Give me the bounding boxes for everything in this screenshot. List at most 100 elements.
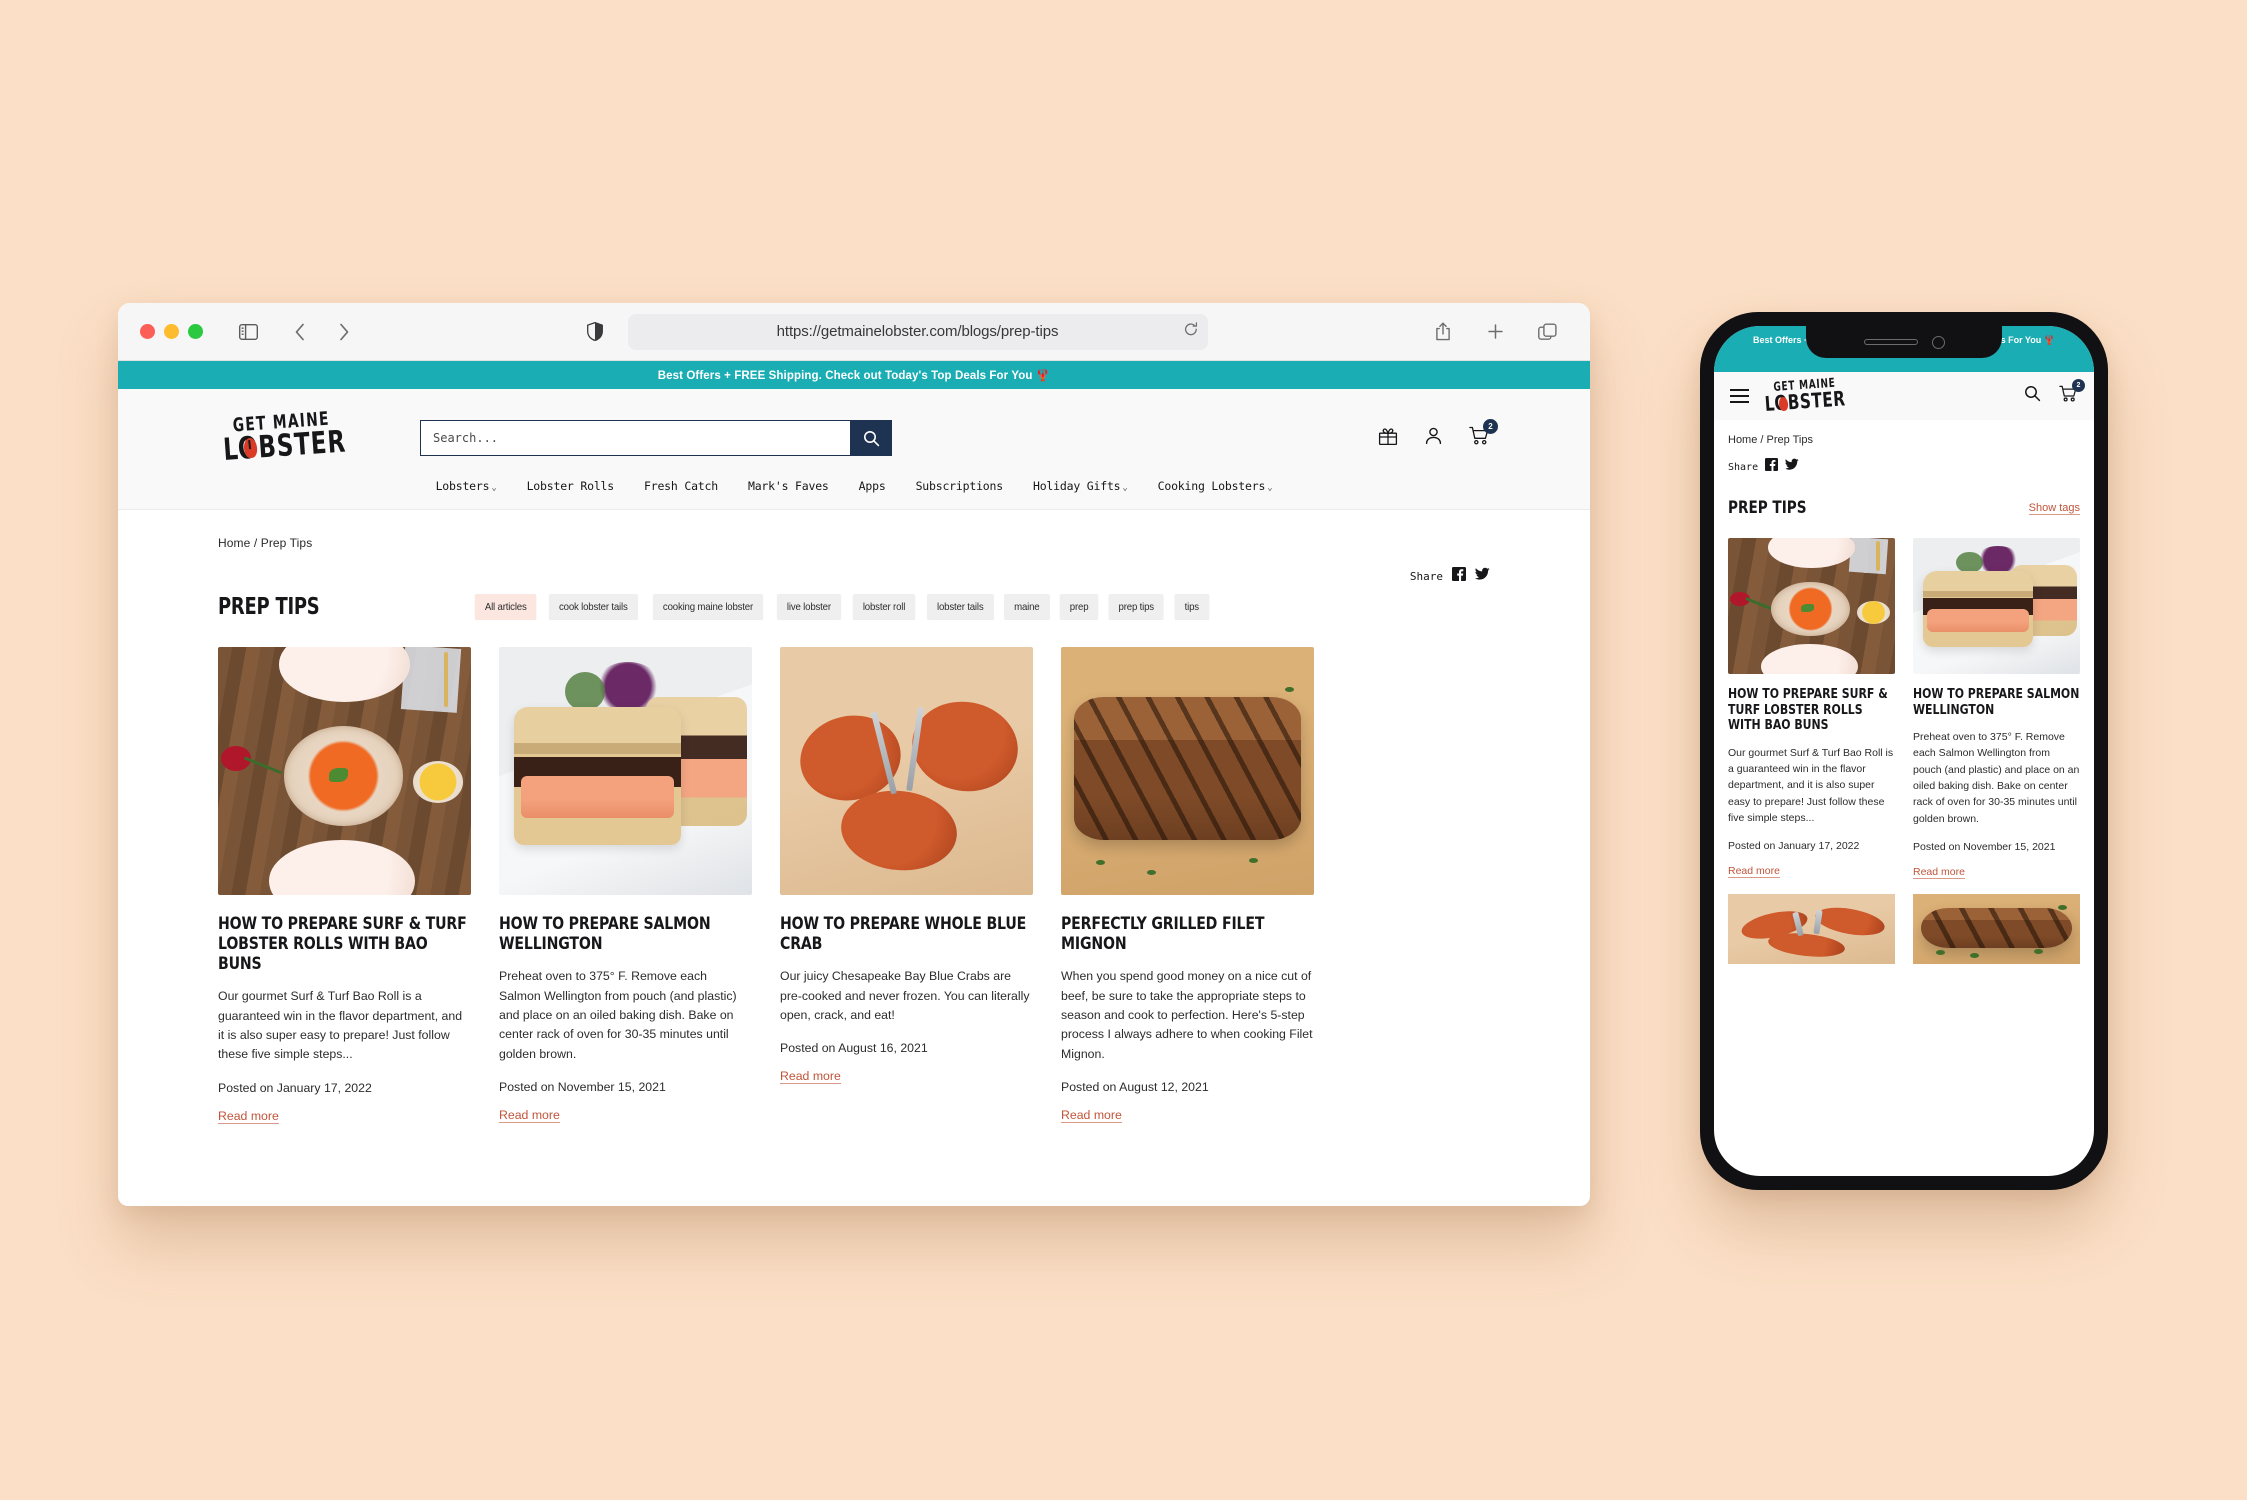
- article-card[interactable]: PERFECTLY GRILLED FILET MIGNON When you …: [1061, 647, 1314, 1125]
- tag-tips[interactable]: tips: [1174, 594, 1209, 620]
- page-title: PREP TIPS: [218, 594, 320, 620]
- article-title[interactable]: HOW TO PREPARE SALMON WELLINGTON: [499, 914, 751, 954]
- mobile-article-date: Posted on January 17, 2022: [1728, 840, 1860, 853]
- logo-line-2: LOBSTER: [222, 423, 348, 468]
- mobile-site-logo[interactable]: GET MAINE LOBSTER: [1761, 377, 1847, 417]
- article-card[interactable]: HOW TO PREPARE WHOLE BLUE CRAB Our juicy…: [780, 647, 1033, 1125]
- mobile-article-thumbnail[interactable]: [1728, 538, 1895, 674]
- minimize-window-button[interactable]: [164, 324, 179, 339]
- mobile-search-icon[interactable]: [2024, 385, 2041, 407]
- window-controls[interactable]: [140, 324, 203, 339]
- nav-item-apps[interactable]: Apps: [859, 479, 886, 493]
- tag-all-articles[interactable]: All articles: [474, 594, 537, 620]
- maximize-window-button[interactable]: [188, 324, 203, 339]
- gift-icon[interactable]: [1378, 426, 1398, 451]
- mobile-article-title[interactable]: HOW TO PREPARE SALMON WELLINGTON: [1913, 687, 2080, 718]
- article-thumbnail[interactable]: [218, 647, 471, 895]
- read-more-link[interactable]: Read more: [218, 1109, 279, 1124]
- close-window-button[interactable]: [140, 324, 155, 339]
- forward-arrow-icon[interactable]: [329, 317, 359, 347]
- tag-live-lobster[interactable]: live lobster: [776, 594, 842, 620]
- header-utility-icons: 2: [1378, 419, 1498, 451]
- nav-item-holiday-gifts[interactable]: Holiday Gifts ⌄: [1033, 479, 1128, 493]
- search-submit-button[interactable]: [850, 420, 892, 456]
- read-more-link[interactable]: Read more: [499, 1108, 560, 1124]
- new-tab-icon[interactable]: [1480, 317, 1510, 347]
- share-row: Share: [218, 566, 1490, 586]
- mobile-article-thumbnail[interactable]: [1913, 893, 2080, 964]
- earpiece-speaker: [1863, 339, 1918, 345]
- phone-notch: [1806, 326, 2002, 358]
- article-thumbnail[interactable]: [780, 647, 1033, 895]
- facebook-icon[interactable]: [1452, 566, 1466, 586]
- mobile-article-date: Posted on November 15, 2021: [1913, 840, 2056, 853]
- read-more-link[interactable]: Read more: [1061, 1108, 1122, 1124]
- article-card[interactable]: HOW TO PREPARE SALMON WELLINGTON Preheat…: [499, 647, 752, 1125]
- article-title[interactable]: HOW TO PREPARE WHOLE BLUE CRAB: [780, 914, 1032, 954]
- mobile-article-grid-next-row: [1728, 893, 2080, 964]
- facebook-icon[interactable]: [1765, 458, 1779, 476]
- nav-item-subscriptions[interactable]: Subscriptions: [916, 479, 1004, 493]
- tag-prep[interactable]: prep: [1059, 594, 1099, 620]
- breadcrumb[interactable]: Home / Prep Tips: [218, 536, 1490, 550]
- article-excerpt: Our gourmet Surf & Turf Bao Roll is a gu…: [218, 989, 463, 1062]
- nav-item-fresh-catch[interactable]: Fresh Catch: [644, 479, 718, 493]
- tag-prep-tips[interactable]: prep tips: [1108, 594, 1165, 620]
- desktop-browser-window: https://getmainelobster.com/blogs/prep-t…: [118, 303, 1590, 1206]
- search-input[interactable]: [420, 420, 850, 456]
- tag-filter-list: All articles cook lobster tails cooking …: [472, 594, 1210, 620]
- blog-page: Home / Prep Tips Share PREP TIPS All art…: [118, 510, 1590, 1125]
- sidebar-toggle-icon[interactable]: [233, 317, 263, 347]
- read-more-link[interactable]: Read more: [780, 1069, 841, 1085]
- chevron-down-icon: ⌄: [491, 483, 497, 493]
- privacy-shield-icon[interactable]: [580, 317, 610, 347]
- mobile-article-card[interactable]: HOW TO PREPARE SURF & TURF LOBSTER ROLLS…: [1728, 538, 1895, 880]
- cart-icon[interactable]: 2: [1469, 419, 1498, 450]
- show-tags-link[interactable]: Show tags: [2028, 502, 2080, 515]
- site-header: GET MAINE LOBSTER Search... 2: [118, 389, 1590, 467]
- article-card[interactable]: HOW TO PREPARE SURF & TURF LOBSTER ROLLS…: [218, 647, 471, 1125]
- mobile-article-excerpt: Preheat oven to 375° F. Remove each Salm…: [1913, 731, 2080, 825]
- mobile-read-more-link[interactable]: Read more: [1728, 865, 1780, 878]
- hamburger-menu-icon[interactable]: [1730, 389, 1749, 403]
- tag-lobster-roll[interactable]: lobster roll: [852, 594, 916, 620]
- back-arrow-icon[interactable]: [285, 317, 315, 347]
- mobile-page-body: Home / Prep Tips Share PREP TIPS Show ta…: [1714, 420, 2094, 964]
- twitter-icon[interactable]: [1475, 567, 1490, 586]
- twitter-icon[interactable]: [1785, 458, 1799, 476]
- mobile-article-thumbnail[interactable]: [1913, 538, 2080, 674]
- tag-lobster-tails[interactable]: lobster tails: [926, 594, 994, 620]
- mobile-logo-line-2: LOBSTER: [1764, 387, 1847, 417]
- mobile-breadcrumb[interactable]: Home / Prep Tips: [1728, 434, 2080, 446]
- mobile-cart-icon[interactable]: 2: [2059, 379, 2085, 407]
- mobile-article-thumbnail[interactable]: [1728, 893, 1895, 964]
- mobile-article-title[interactable]: HOW TO PREPARE SURF & TURF LOBSTER ROLLS…: [1728, 687, 1895, 734]
- nav-item-lobsters[interactable]: Lobsters ⌄: [436, 479, 497, 493]
- article-thumbnail[interactable]: [1061, 647, 1314, 895]
- mobile-read-more-link[interactable]: Read more: [1913, 866, 1965, 879]
- address-bar[interactable]: https://getmainelobster.com/blogs/prep-t…: [627, 313, 1208, 350]
- tab-overview-icon[interactable]: [1532, 317, 1562, 347]
- mobile-article-card[interactable]: HOW TO PREPARE SALMON WELLINGTON Preheat…: [1913, 538, 2080, 880]
- tag-cooking-maine-lobster[interactable]: cooking maine lobster: [652, 594, 764, 620]
- search-form[interactable]: [420, 420, 892, 456]
- article-title[interactable]: PERFECTLY GRILLED FILET MIGNON: [1061, 914, 1313, 954]
- chevron-down-icon: ⌄: [1122, 483, 1128, 493]
- nav-item-lobster-rolls[interactable]: Lobster Rolls: [527, 479, 615, 493]
- article-excerpt: When you spend good money on a nice cut …: [1061, 969, 1313, 1061]
- announcement-bar[interactable]: Best Offers + FREE Shipping. Check out T…: [118, 361, 1590, 389]
- cart-count-badge: 2: [1483, 419, 1498, 434]
- mobile-article-excerpt: Our gourmet Surf & Turf Bao Roll is a gu…: [1728, 746, 1894, 824]
- tag-maine[interactable]: maine: [1004, 594, 1050, 620]
- nav-item-marks-faves[interactable]: Mark's Faves: [748, 479, 829, 493]
- article-excerpt: Preheat oven to 375° F. Remove each Salm…: [499, 969, 737, 1061]
- tag-cook-lobster-tails[interactable]: cook lobster tails: [549, 594, 639, 620]
- article-title[interactable]: HOW TO PREPARE SURF & TURF LOBSTER ROLLS…: [218, 914, 470, 974]
- site-logo[interactable]: GET MAINE LOBSTER: [218, 407, 347, 467]
- url-text: https://getmainelobster.com/blogs/prep-t…: [776, 323, 1059, 340]
- nav-item-cooking-lobsters[interactable]: Cooking Lobsters ⌄: [1158, 479, 1273, 493]
- reload-icon[interactable]: [1184, 321, 1198, 342]
- account-icon[interactable]: [1424, 426, 1443, 450]
- article-thumbnail[interactable]: [499, 647, 752, 895]
- share-icon[interactable]: [1428, 317, 1458, 347]
